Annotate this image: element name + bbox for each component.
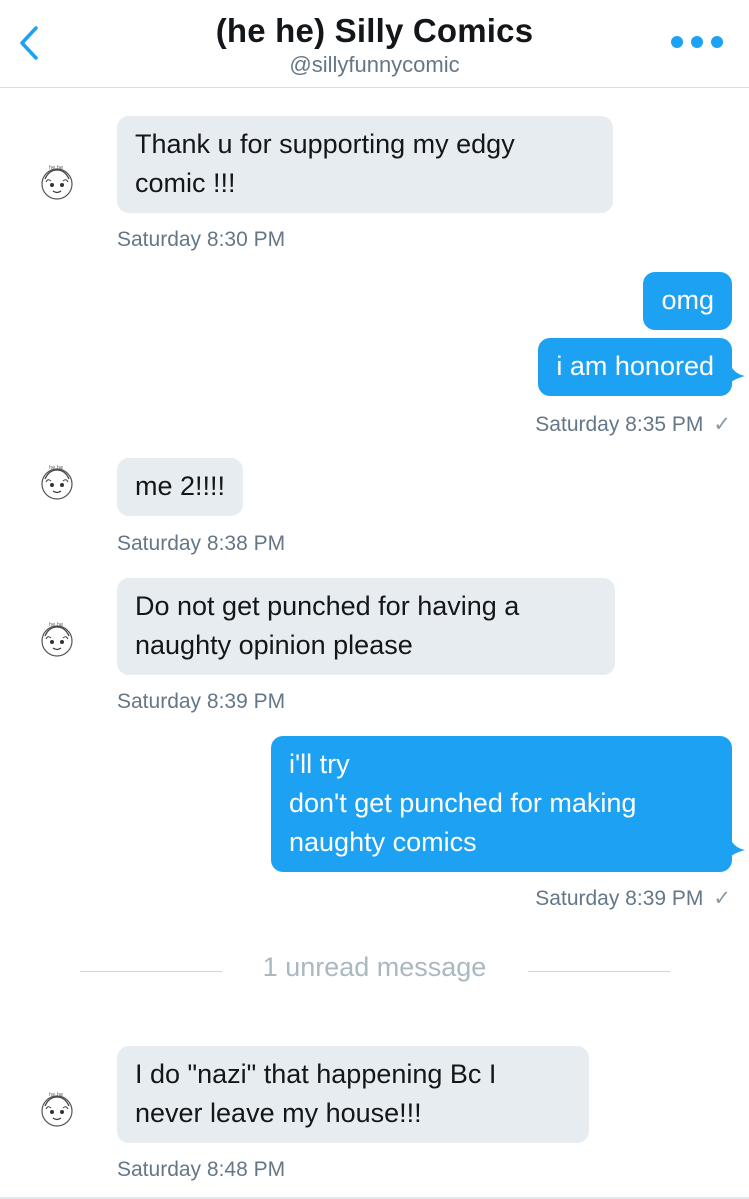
avatar[interactable]: he he <box>37 463 77 503</box>
read-check-icon: ✓ <box>713 413 731 436</box>
bubble-tail <box>731 840 745 856</box>
message-bubble-incoming[interactable]: Thank u for supporting my edgy comic !!! <box>117 116 613 213</box>
message-bubble-outgoing[interactable]: i'll try don't get punched for making na… <box>271 736 732 872</box>
svg-text:he he: he he <box>49 465 63 471</box>
svg-text:he he: he he <box>49 165 63 171</box>
conversation-handle[interactable]: @sillyfunnycomic <box>0 52 749 78</box>
read-check-icon: ✓ <box>713 887 731 910</box>
more-horizontal-icon-dot <box>711 36 723 48</box>
message-bubble-incoming[interactable]: Do not get punched for having a naughty … <box>117 578 615 675</box>
more-horizontal-icon <box>671 36 683 48</box>
avatar[interactable]: he he <box>37 620 77 660</box>
message-bubble-outgoing[interactable]: omg <box>643 272 732 330</box>
message-timestamp: Saturday 8:39 PM <box>117 690 286 713</box>
more-horizontal-icon-dot <box>691 36 703 48</box>
conversation-header: (he he) Silly Comics @sillyfunnycomic <box>0 0 749 88</box>
message-timestamp: Saturday 8:38 PM <box>117 532 286 555</box>
message-bubble-outgoing[interactable]: i am honored <box>538 338 732 396</box>
message-timestamp: Saturday 8:39 PM ✓ <box>535 886 731 911</box>
avatar[interactable]: he he <box>37 163 77 203</box>
message-time: Saturday 8:39 PM <box>535 887 704 910</box>
divider-line <box>528 971 670 972</box>
svg-text:he he: he he <box>49 622 63 628</box>
message-timestamp: Saturday 8:48 PM <box>117 1158 286 1181</box>
message-timestamp: Saturday 8:30 PM <box>117 228 286 251</box>
unread-divider: 1 unread message <box>0 952 749 988</box>
message-timestamp: Saturday 8:35 PM ✓ <box>535 412 731 437</box>
message-time: Saturday 8:35 PM <box>535 413 704 436</box>
message-bubble-incoming[interactable]: I do "nazi" that happening Bc I never le… <box>117 1046 589 1143</box>
conversation-title[interactable]: (he he) Silly Comics <box>0 12 749 50</box>
more-options-button[interactable] <box>671 30 723 54</box>
bubble-tail <box>731 366 745 382</box>
svg-text:he he: he he <box>49 1092 63 1098</box>
unread-divider-label: 1 unread message <box>262 952 487 982</box>
avatar[interactable]: he he <box>37 1090 77 1130</box>
message-bubble-incoming[interactable]: me 2!!!! <box>117 458 244 516</box>
